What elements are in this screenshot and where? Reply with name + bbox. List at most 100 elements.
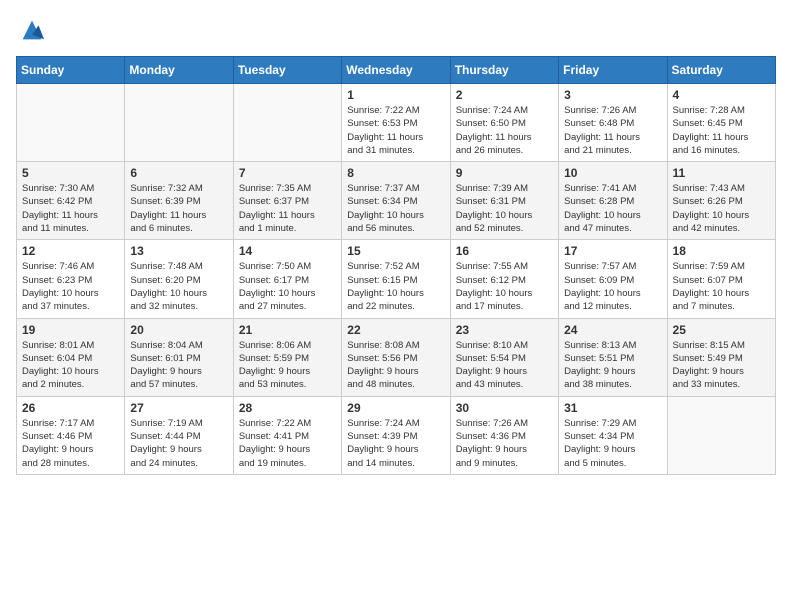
calendar-week-row: 26 Sunrise: 7:17 AM Sunset: 4:46 PM Dayli…: [17, 396, 776, 474]
day-info: Sunrise: 8:06 AM Sunset: 5:59 PM Dayligh…: [239, 339, 336, 392]
day-info: Sunrise: 7:52 AM Sunset: 6:15 PM Dayligh…: [347, 260, 444, 313]
day-number: 19: [22, 323, 119, 337]
calendar-cell: 23 Sunrise: 8:10 AM Sunset: 5:54 PM Dayli…: [450, 318, 558, 396]
day-info: Sunrise: 7:32 AM Sunset: 6:39 PM Dayligh…: [130, 182, 227, 235]
day-number: 29: [347, 401, 444, 415]
day-number: 15: [347, 244, 444, 258]
day-info: Sunrise: 7:17 AM Sunset: 4:46 PM Dayligh…: [22, 417, 119, 470]
calendar-cell: 29 Sunrise: 7:24 AM Sunset: 4:39 PM Dayli…: [342, 396, 450, 474]
day-info: Sunrise: 7:19 AM Sunset: 4:44 PM Dayligh…: [130, 417, 227, 470]
day-number: 31: [564, 401, 661, 415]
calendar-cell: 3 Sunrise: 7:26 AM Sunset: 6:48 PM Daylig…: [559, 84, 667, 162]
day-number: 17: [564, 244, 661, 258]
calendar-week-row: 19 Sunrise: 8:01 AM Sunset: 6:04 PM Dayli…: [17, 318, 776, 396]
weekday-header: Tuesday: [233, 57, 341, 84]
day-number: 11: [673, 166, 770, 180]
calendar-cell: 1 Sunrise: 7:22 AM Sunset: 6:53 PM Daylig…: [342, 84, 450, 162]
day-number: 18: [673, 244, 770, 258]
day-info: Sunrise: 8:15 AM Sunset: 5:49 PM Dayligh…: [673, 339, 770, 392]
day-number: 8: [347, 166, 444, 180]
day-number: 24: [564, 323, 661, 337]
calendar-cell: 17 Sunrise: 7:57 AM Sunset: 6:09 PM Dayli…: [559, 240, 667, 318]
logo-icon: [18, 16, 46, 44]
day-info: Sunrise: 7:59 AM Sunset: 6:07 PM Dayligh…: [673, 260, 770, 313]
day-info: Sunrise: 7:26 AM Sunset: 4:36 PM Dayligh…: [456, 417, 553, 470]
day-number: 3: [564, 88, 661, 102]
day-info: Sunrise: 7:29 AM Sunset: 4:34 PM Dayligh…: [564, 417, 661, 470]
day-number: 12: [22, 244, 119, 258]
day-info: Sunrise: 7:55 AM Sunset: 6:12 PM Dayligh…: [456, 260, 553, 313]
day-info: Sunrise: 7:43 AM Sunset: 6:26 PM Dayligh…: [673, 182, 770, 235]
day-number: 9: [456, 166, 553, 180]
day-number: 26: [22, 401, 119, 415]
weekday-header: Saturday: [667, 57, 775, 84]
day-number: 22: [347, 323, 444, 337]
day-number: 14: [239, 244, 336, 258]
calendar-cell: 18 Sunrise: 7:59 AM Sunset: 6:07 PM Dayli…: [667, 240, 775, 318]
day-info: Sunrise: 8:10 AM Sunset: 5:54 PM Dayligh…: [456, 339, 553, 392]
calendar-cell: 12 Sunrise: 7:46 AM Sunset: 6:23 PM Dayli…: [17, 240, 125, 318]
calendar-week-row: 12 Sunrise: 7:46 AM Sunset: 6:23 PM Dayli…: [17, 240, 776, 318]
day-number: 13: [130, 244, 227, 258]
day-info: Sunrise: 7:57 AM Sunset: 6:09 PM Dayligh…: [564, 260, 661, 313]
day-info: Sunrise: 7:22 AM Sunset: 4:41 PM Dayligh…: [239, 417, 336, 470]
day-info: Sunrise: 7:35 AM Sunset: 6:37 PM Dayligh…: [239, 182, 336, 235]
calendar-cell: 7 Sunrise: 7:35 AM Sunset: 6:37 PM Daylig…: [233, 162, 341, 240]
day-info: Sunrise: 7:48 AM Sunset: 6:20 PM Dayligh…: [130, 260, 227, 313]
calendar-cell: 11 Sunrise: 7:43 AM Sunset: 6:26 PM Dayli…: [667, 162, 775, 240]
calendar-header-row: SundayMondayTuesdayWednesdayThursdayFrid…: [17, 57, 776, 84]
calendar-cell: 15 Sunrise: 7:52 AM Sunset: 6:15 PM Dayli…: [342, 240, 450, 318]
calendar-cell: 19 Sunrise: 8:01 AM Sunset: 6:04 PM Dayli…: [17, 318, 125, 396]
day-number: 1: [347, 88, 444, 102]
day-info: Sunrise: 7:46 AM Sunset: 6:23 PM Dayligh…: [22, 260, 119, 313]
day-number: 20: [130, 323, 227, 337]
weekday-header: Monday: [125, 57, 233, 84]
calendar-cell: [125, 84, 233, 162]
day-info: Sunrise: 8:04 AM Sunset: 6:01 PM Dayligh…: [130, 339, 227, 392]
day-info: Sunrise: 7:28 AM Sunset: 6:45 PM Dayligh…: [673, 104, 770, 157]
day-number: 10: [564, 166, 661, 180]
logo: [16, 16, 46, 44]
day-info: Sunrise: 7:22 AM Sunset: 6:53 PM Dayligh…: [347, 104, 444, 157]
calendar-cell: 21 Sunrise: 8:06 AM Sunset: 5:59 PM Dayli…: [233, 318, 341, 396]
calendar-cell: 26 Sunrise: 7:17 AM Sunset: 4:46 PM Dayli…: [17, 396, 125, 474]
calendar-cell: 22 Sunrise: 8:08 AM Sunset: 5:56 PM Dayli…: [342, 318, 450, 396]
day-info: Sunrise: 8:13 AM Sunset: 5:51 PM Dayligh…: [564, 339, 661, 392]
calendar-week-row: 5 Sunrise: 7:30 AM Sunset: 6:42 PM Daylig…: [17, 162, 776, 240]
day-number: 16: [456, 244, 553, 258]
calendar-cell: 20 Sunrise: 8:04 AM Sunset: 6:01 PM Dayli…: [125, 318, 233, 396]
day-number: 23: [456, 323, 553, 337]
calendar-cell: 2 Sunrise: 7:24 AM Sunset: 6:50 PM Daylig…: [450, 84, 558, 162]
day-info: Sunrise: 7:39 AM Sunset: 6:31 PM Dayligh…: [456, 182, 553, 235]
calendar-cell: 6Sunrise: 7:32 AM Sunset: 6:39 PM Daylig…: [125, 162, 233, 240]
calendar-cell: [667, 396, 775, 474]
calendar-cell: [17, 84, 125, 162]
day-info: Sunrise: 8:08 AM Sunset: 5:56 PM Dayligh…: [347, 339, 444, 392]
calendar-cell: 14Sunrise: 7:50 AM Sunset: 6:17 PM Dayli…: [233, 240, 341, 318]
calendar-cell: 9 Sunrise: 7:39 AM Sunset: 6:31 PM Daylig…: [450, 162, 558, 240]
calendar-cell: 27Sunrise: 7:19 AM Sunset: 4:44 PM Dayli…: [125, 396, 233, 474]
calendar-cell: 13 Sunrise: 7:48 AM Sunset: 6:20 PM Dayli…: [125, 240, 233, 318]
day-info: Sunrise: 7:41 AM Sunset: 6:28 PM Dayligh…: [564, 182, 661, 235]
weekday-header: Thursday: [450, 57, 558, 84]
calendar-cell: 31 Sunrise: 7:29 AM Sunset: 4:34 PM Dayli…: [559, 396, 667, 474]
calendar-cell: 25Sunrise: 8:15 AM Sunset: 5:49 PM Dayli…: [667, 318, 775, 396]
day-info: Sunrise: 8:01 AM Sunset: 6:04 PM Dayligh…: [22, 339, 119, 392]
day-info: Sunrise: 7:24 AM Sunset: 4:39 PM Dayligh…: [347, 417, 444, 470]
day-info: Sunrise: 7:30 AM Sunset: 6:42 PM Dayligh…: [22, 182, 119, 235]
day-info: Sunrise: 7:37 AM Sunset: 6:34 PM Dayligh…: [347, 182, 444, 235]
day-number: 7: [239, 166, 336, 180]
day-number: 21: [239, 323, 336, 337]
day-number: 28: [239, 401, 336, 415]
weekday-header: Sunday: [17, 57, 125, 84]
day-info: Sunrise: 7:24 AM Sunset: 6:50 PM Dayligh…: [456, 104, 553, 157]
calendar-cell: 16 Sunrise: 7:55 AM Sunset: 6:12 PM Dayli…: [450, 240, 558, 318]
calendar-cell: 8 Sunrise: 7:37 AM Sunset: 6:34 PM Daylig…: [342, 162, 450, 240]
day-number: 4: [673, 88, 770, 102]
calendar-week-row: 1 Sunrise: 7:22 AM Sunset: 6:53 PM Daylig…: [17, 84, 776, 162]
day-info: Sunrise: 7:26 AM Sunset: 6:48 PM Dayligh…: [564, 104, 661, 157]
calendar-cell: 24 Sunrise: 8:13 AM Sunset: 5:51 PM Dayli…: [559, 318, 667, 396]
day-number: 2: [456, 88, 553, 102]
calendar-cell: 5 Sunrise: 7:30 AM Sunset: 6:42 PM Daylig…: [17, 162, 125, 240]
day-number: 5: [22, 166, 119, 180]
